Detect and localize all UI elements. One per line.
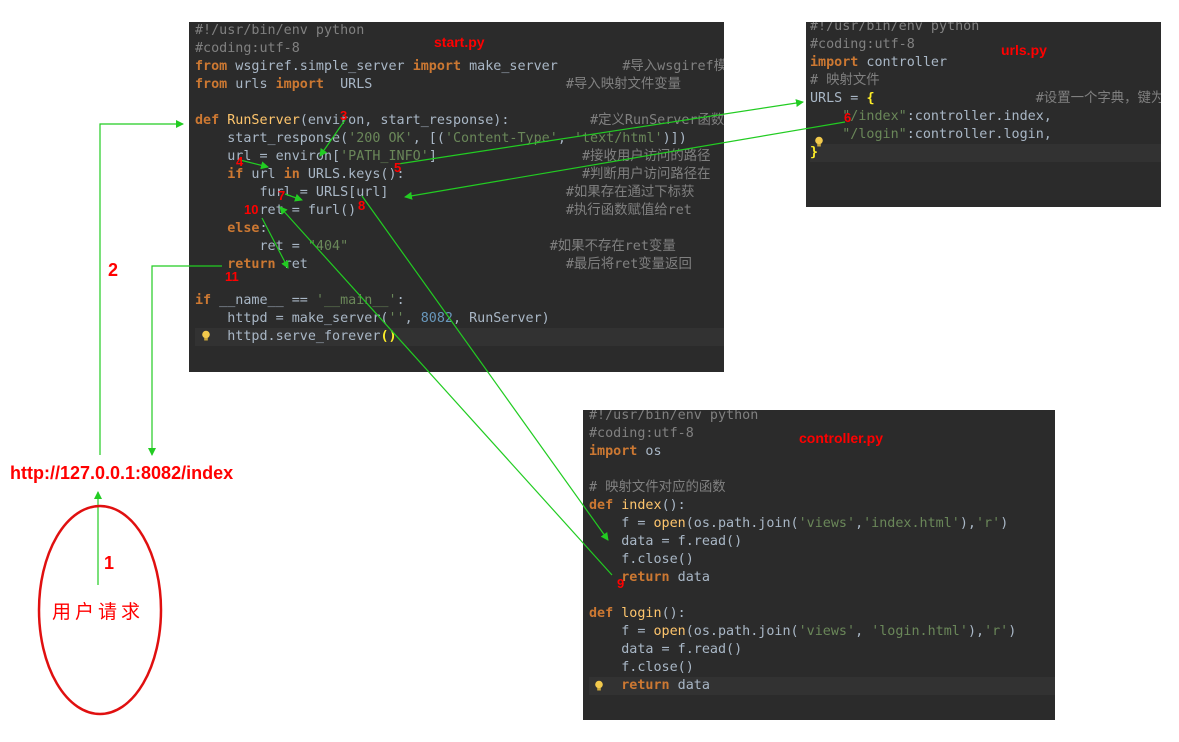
step-label-5: 5 bbox=[394, 160, 402, 175]
arrow-4 bbox=[239, 159, 269, 170]
arrow-3 bbox=[319, 119, 346, 157]
step-label-2: 2 bbox=[108, 260, 119, 280]
arrow-9 bbox=[279, 206, 613, 576]
request-url: http://127.0.0.1:8082/index bbox=[10, 463, 234, 483]
arrow-6 bbox=[404, 121, 846, 200]
arrow-7 bbox=[284, 193, 303, 202]
step-label-11: 11 bbox=[225, 269, 239, 284]
arrow-11 bbox=[148, 265, 222, 456]
step-label-1: 1 bbox=[104, 553, 115, 573]
arrow-8 bbox=[361, 195, 609, 541]
arrow-10 bbox=[261, 217, 289, 269]
step-label-10: 10 bbox=[244, 202, 259, 217]
arrow-2 bbox=[99, 120, 184, 455]
arrow-5 bbox=[397, 99, 804, 165]
step-label-7: 7 bbox=[278, 188, 286, 203]
step-label-9: 9 bbox=[617, 576, 625, 591]
step-label-6: 6 bbox=[844, 110, 852, 125]
user-request-label: 用户请求 bbox=[52, 601, 145, 623]
step-label-3: 3 bbox=[340, 108, 348, 123]
step-label-8: 8 bbox=[358, 198, 366, 213]
step-label-4: 4 bbox=[236, 154, 244, 169]
flow-arrows bbox=[37, 99, 846, 716]
